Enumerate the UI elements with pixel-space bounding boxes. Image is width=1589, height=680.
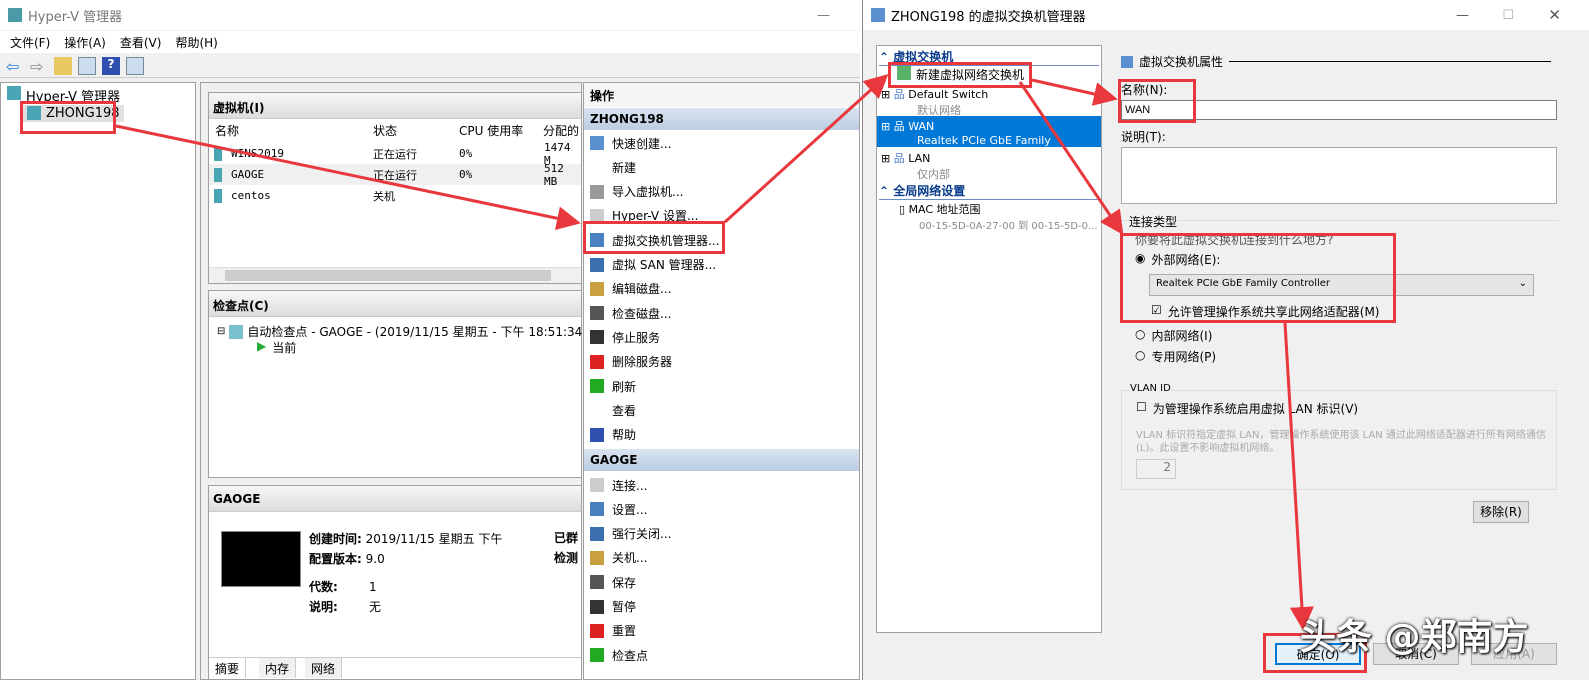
arrow-4 (1018, 81, 1124, 235)
annotation-arrows (115, 73, 1314, 631)
arrow-3 (1031, 78, 1118, 106)
arrow-2 (723, 73, 889, 224)
arrow-1 (115, 124, 581, 231)
arrow-5 (1283, 322, 1314, 631)
watermark: 头条 @郑南方 (1300, 617, 1529, 658)
